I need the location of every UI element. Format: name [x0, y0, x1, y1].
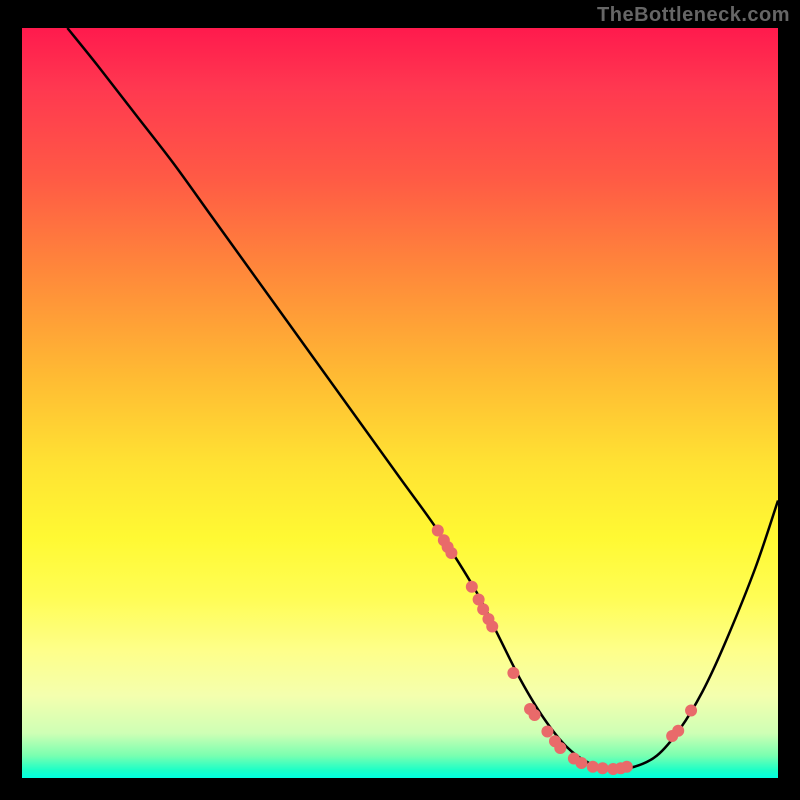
- data-points-group: [432, 525, 697, 776]
- chart-plot-area: [22, 28, 778, 778]
- bottleneck-curve: [67, 28, 778, 769]
- data-point: [672, 725, 684, 737]
- data-point: [554, 742, 566, 754]
- watermark-text: TheBottleneck.com: [597, 4, 790, 27]
- data-point: [529, 709, 541, 721]
- chart-svg: [22, 28, 778, 778]
- data-point: [621, 761, 633, 773]
- data-point: [597, 762, 609, 774]
- data-point: [507, 667, 519, 679]
- data-point: [575, 757, 587, 769]
- data-point: [466, 581, 478, 593]
- data-point: [685, 705, 697, 717]
- data-point: [541, 726, 553, 738]
- data-point: [486, 621, 498, 633]
- data-point: [445, 547, 457, 559]
